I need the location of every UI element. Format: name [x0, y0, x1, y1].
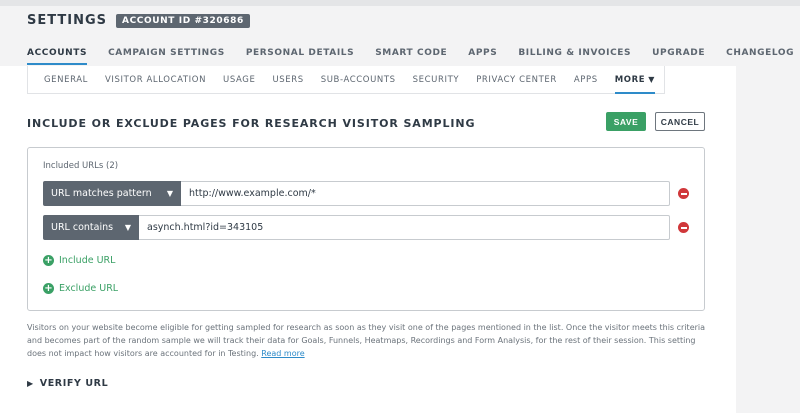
caret-down-icon: ▼ [166, 189, 173, 198]
include-url-link[interactable]: + Include URL [43, 255, 115, 266]
subtab-sub-accounts[interactable]: SUB-ACCOUNTS [321, 66, 396, 94]
include-url-label: Include URL [59, 255, 116, 266]
plus-circle-icon: + [43, 255, 54, 266]
tab-billing-invoices[interactable]: BILLING & INVOICES [518, 48, 631, 65]
subtab-users[interactable]: USERS [272, 66, 303, 94]
tab-accounts[interactable]: ACCOUNTS [27, 48, 88, 65]
account-id-badge: ACCOUNT ID #320686 [116, 13, 250, 28]
subtab-privacy-center[interactable]: PRIVACY CENTER [476, 66, 557, 94]
tab-upgrade[interactable]: UPGRADE [652, 48, 705, 65]
tab-changelog[interactable]: CHANGELOG [726, 48, 794, 65]
caret-down-icon: ▼ [648, 74, 655, 84]
page-title: SETTINGS [27, 13, 108, 28]
cancel-button[interactable]: CANCEL [655, 112, 705, 131]
rule-type-select[interactable]: URL contains ▼ [43, 215, 139, 240]
exclude-url-label: Exclude URL [59, 283, 119, 294]
subtab-more-label: MORE [614, 74, 646, 85]
subtab-more[interactable]: MORE ▼ [614, 66, 656, 94]
caret-down-icon: ▼ [124, 223, 131, 232]
triangle-right-icon: ▶ [27, 379, 34, 388]
subtab-general[interactable]: GENERAL [44, 66, 88, 94]
included-urls-label: Included URLs (2) [43, 161, 119, 171]
save-button[interactable]: SAVE [606, 112, 646, 131]
page-header: SETTINGS ACCOUNT ID #320686 [27, 13, 250, 28]
read-more-link[interactable]: Read more [261, 349, 304, 358]
verify-url-label: VERIFY URL [39, 378, 109, 389]
tab-personal-details[interactable]: PERSONAL DETAILS [246, 48, 354, 65]
subtab-security[interactable]: SECURITY [413, 66, 460, 94]
sub-tabs: GENERAL VISITOR ALLOCATION USAGE USERS S… [27, 66, 665, 94]
verify-url-toggle[interactable]: ▶ VERIFY URL [27, 378, 108, 389]
included-urls-box: Included URLs (2) URL matches pattern ▼ … [27, 147, 705, 311]
rule-type-label: URL matches pattern [51, 188, 152, 199]
plus-circle-icon: + [43, 283, 54, 294]
description-body: Visitors on your website become eligible… [27, 323, 706, 358]
tab-smart-code[interactable]: SMART CODE [375, 48, 447, 65]
subtab-visitor-allocation[interactable]: VISITOR ALLOCATION [105, 66, 206, 94]
remove-rule-icon[interactable] [678, 222, 689, 233]
url-rule-row: URL matches pattern ▼ [43, 181, 670, 206]
rule-value-input[interactable] [181, 181, 670, 206]
rule-type-select[interactable]: URL matches pattern ▼ [43, 181, 181, 206]
subtab-apps[interactable]: APPS [574, 66, 598, 94]
top-strip [0, 0, 800, 6]
exclude-url-link[interactable]: + Exclude URL [43, 283, 118, 294]
section-title: INCLUDE OR EXCLUDE PAGES FOR RESEARCH VI… [27, 117, 476, 130]
right-gutter [736, 100, 800, 413]
rule-type-label: URL contains [51, 222, 114, 233]
tab-apps[interactable]: APPS [468, 48, 497, 65]
remove-rule-icon[interactable] [678, 188, 689, 199]
url-rule-row: URL contains ▼ [43, 215, 670, 240]
rule-value-input[interactable] [139, 215, 670, 240]
description-text: Visitors on your website become eligible… [27, 321, 717, 360]
subtab-usage[interactable]: USAGE [223, 66, 255, 94]
tab-campaign-settings[interactable]: CAMPAIGN SETTINGS [108, 48, 225, 65]
main-tabs: ACCOUNTS CAMPAIGN SETTINGS PERSONAL DETA… [27, 48, 800, 65]
